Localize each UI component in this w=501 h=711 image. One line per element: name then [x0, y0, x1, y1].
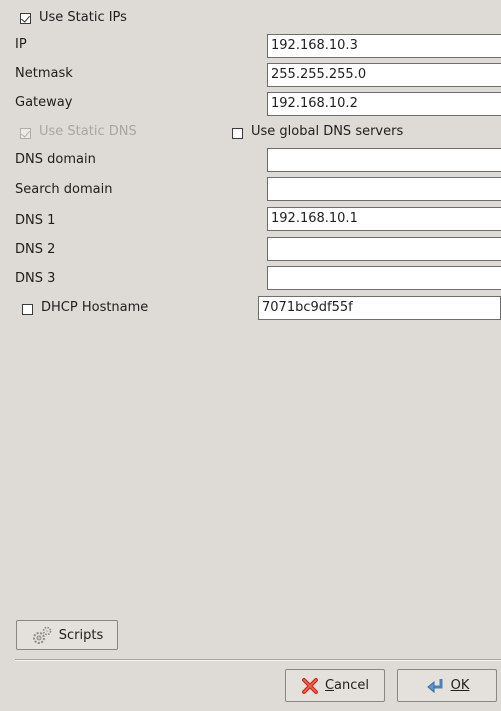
use-global-dns-label: Use global DNS servers [251, 124, 404, 139]
dhcp-hostname-label: DHCP Hostname [41, 300, 149, 315]
cancel-button-label: Cancel [324, 678, 370, 693]
dhcp-hostname-checkbox[interactable] [22, 304, 33, 315]
dns2-label: DNS 2 [15, 242, 56, 257]
scripts-button[interactable]: Scripts [16, 620, 118, 650]
dns1-label: DNS 1 [15, 213, 56, 228]
dns3-field[interactable] [267, 266, 501, 290]
netmask-label: Netmask [15, 66, 73, 81]
gateway-label: Gateway [15, 95, 73, 110]
ip-label: IP [15, 37, 27, 52]
dns1-field[interactable]: 192.168.10.1 [267, 207, 501, 231]
search-domain-field[interactable] [267, 177, 501, 201]
scripts-button-label: Scripts [58, 627, 104, 643]
ip-field[interactable]: 192.168.10.3 [267, 34, 501, 58]
enter-arrow-icon [425, 677, 445, 695]
use-static-dns-label: Use Static DNS [39, 124, 137, 139]
cancel-icon [301, 677, 319, 695]
ok-button-label: OK [450, 678, 470, 693]
use-static-dns-checkbox[interactable] [20, 128, 31, 139]
button-separator [15, 659, 501, 661]
dns-domain-label: DNS domain [15, 152, 96, 167]
ok-button[interactable]: OK [397, 669, 497, 702]
gateway-field[interactable]: 192.168.10.2 [267, 92, 501, 116]
dns-domain-field[interactable] [267, 148, 501, 172]
netmask-field[interactable]: 255.255.255.0 [267, 63, 501, 87]
dhcp-hostname-field[interactable]: 7071bc9df55f [258, 296, 501, 320]
use-static-ips-checkbox[interactable] [20, 13, 31, 24]
dns2-field[interactable] [267, 237, 501, 261]
use-static-ips-label: Use Static IPs [39, 10, 127, 25]
dns3-label: DNS 3 [15, 271, 56, 286]
use-global-dns-checkbox[interactable] [232, 128, 243, 139]
cancel-button[interactable]: Cancel [285, 669, 385, 702]
search-domain-label: Search domain [15, 182, 113, 197]
gears-icon [31, 625, 53, 645]
